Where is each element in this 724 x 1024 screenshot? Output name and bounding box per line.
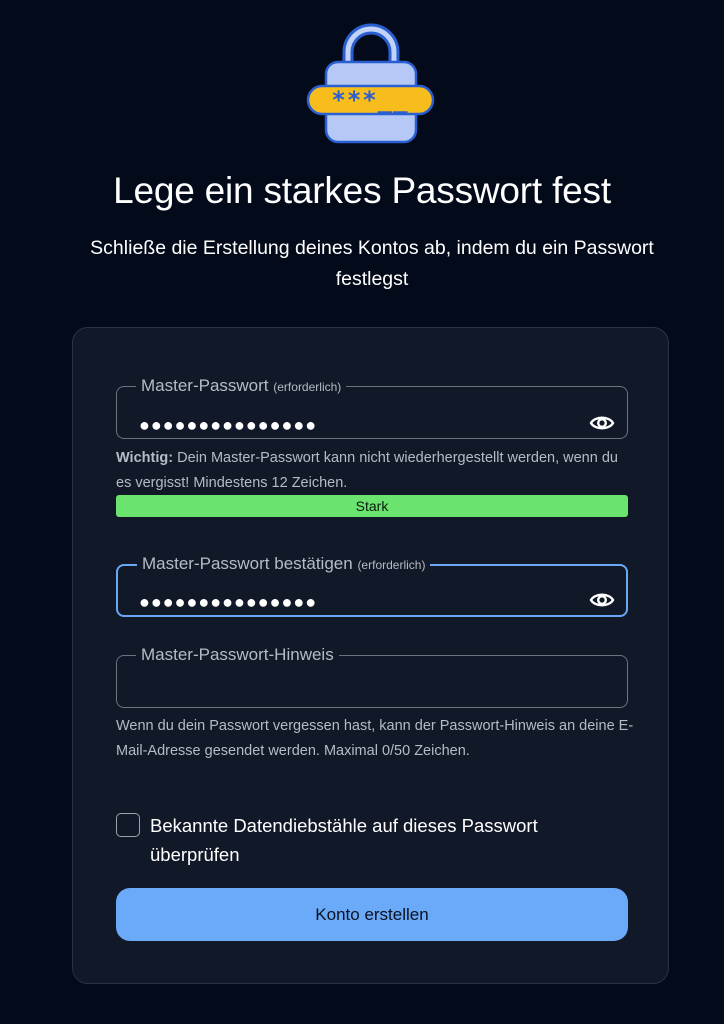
password-hint-field[interactable]: Master-Passwort-Hinweis xyxy=(116,646,628,708)
breach-check-label[interactable]: Bekannte Datendiebstähle auf dieses Pass… xyxy=(150,811,600,869)
master-password-label: Master-Passwort (erforderlich) xyxy=(141,376,342,395)
eye-icon[interactable] xyxy=(589,413,615,433)
page-title: Lege ein starkes Passwort fest xyxy=(113,170,611,211)
confirm-password-label: Master-Passwort bestätigen (erforderlich… xyxy=(142,554,426,573)
page-subtitle: Schließe die Erstellung deines Kontos ab… xyxy=(90,237,654,290)
padlock-password-icon: ***__ xyxy=(306,22,436,144)
confirm-password-field[interactable]: Master-Passwort bestätigen (erforderlich… xyxy=(116,555,628,617)
master-password-field[interactable]: Master-Passwort (erforderlich) ●●●●●●●●●… xyxy=(116,377,628,439)
master-password-hint: Wichtig: Dein Master-Passwort kann nicht… xyxy=(116,450,618,491)
confirm-password-value[interactable]: ●●●●●●●●●●●●●●● xyxy=(139,592,317,612)
logo-text: ***__ xyxy=(331,86,408,114)
eye-icon[interactable] xyxy=(589,590,615,610)
create-account-button[interactable]: Konto erstellen xyxy=(116,888,628,941)
password-strength-bar: Stark xyxy=(116,495,628,517)
master-password-value[interactable]: ●●●●●●●●●●●●●●● xyxy=(139,415,317,435)
password-hint-label: Master-Passwort-Hinweis xyxy=(141,645,334,664)
breach-check-checkbox[interactable] xyxy=(116,813,140,837)
password-hint-helper: Wenn du dein Passwort vergessen hast, ka… xyxy=(116,718,634,759)
password-form-card: Master-Passwort (erforderlich) ●●●●●●●●●… xyxy=(72,327,669,984)
